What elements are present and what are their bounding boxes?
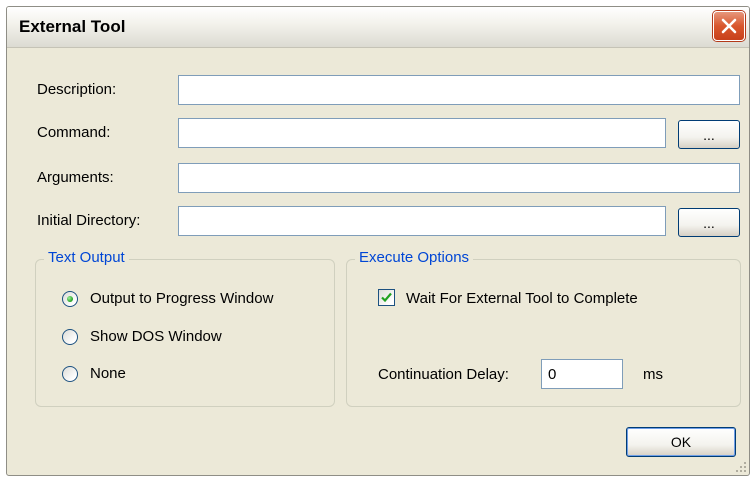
- ok-button-label: OK: [670, 434, 692, 450]
- radio-button[interactable]: [62, 366, 78, 382]
- radio-label[interactable]: None: [90, 365, 126, 382]
- dialog-title: External Tool: [19, 17, 126, 36]
- text-output-group: Text Output Output to Progress Window Sh…: [35, 249, 335, 407]
- text-output-legend: Text Output: [44, 249, 129, 266]
- initial-directory-browse-label: ...: [703, 215, 715, 231]
- initial-directory-label: Initial Directory:: [37, 212, 141, 229]
- resize-grip-icon[interactable]: [735, 461, 747, 473]
- ok-button[interactable]: OK: [626, 427, 736, 457]
- radio-label[interactable]: Output to Progress Window: [90, 290, 273, 307]
- initial-directory-input[interactable]: [178, 206, 666, 236]
- close-button[interactable]: [713, 11, 745, 41]
- radio-selected-dot: [67, 296, 73, 302]
- title-bar[interactable]: External Tool: [7, 7, 749, 48]
- radio-button[interactable]: [62, 291, 78, 307]
- command-input[interactable]: [178, 118, 666, 148]
- continuation-delay-label: Continuation Delay:: [378, 366, 509, 383]
- checkmark-icon: [381, 292, 392, 303]
- wait-for-tool-checkbox[interactable]: [378, 289, 395, 306]
- close-icon: [721, 18, 737, 34]
- command-browse-label: ...: [703, 127, 715, 143]
- command-label: Command:: [37, 124, 111, 141]
- radio-button[interactable]: [62, 329, 78, 345]
- execute-options-legend: Execute Options: [355, 249, 474, 266]
- initial-directory-browse-button[interactable]: ...: [678, 208, 740, 237]
- arguments-label: Arguments:: [37, 169, 114, 186]
- external-tool-dialog: External Tool Description: Command: ... …: [6, 6, 750, 476]
- arguments-input[interactable]: [178, 163, 740, 193]
- radio-label[interactable]: Show DOS Window: [90, 328, 222, 345]
- description-input[interactable]: [178, 75, 740, 105]
- wait-for-tool-label[interactable]: Wait For External Tool to Complete: [406, 290, 638, 307]
- continuation-delay-unit: ms: [643, 366, 663, 383]
- execute-options-group: Execute Options Wait For External Tool t…: [346, 249, 741, 407]
- continuation-delay-input[interactable]: [541, 359, 623, 389]
- command-browse-button[interactable]: ...: [678, 120, 740, 149]
- description-label: Description:: [37, 81, 117, 98]
